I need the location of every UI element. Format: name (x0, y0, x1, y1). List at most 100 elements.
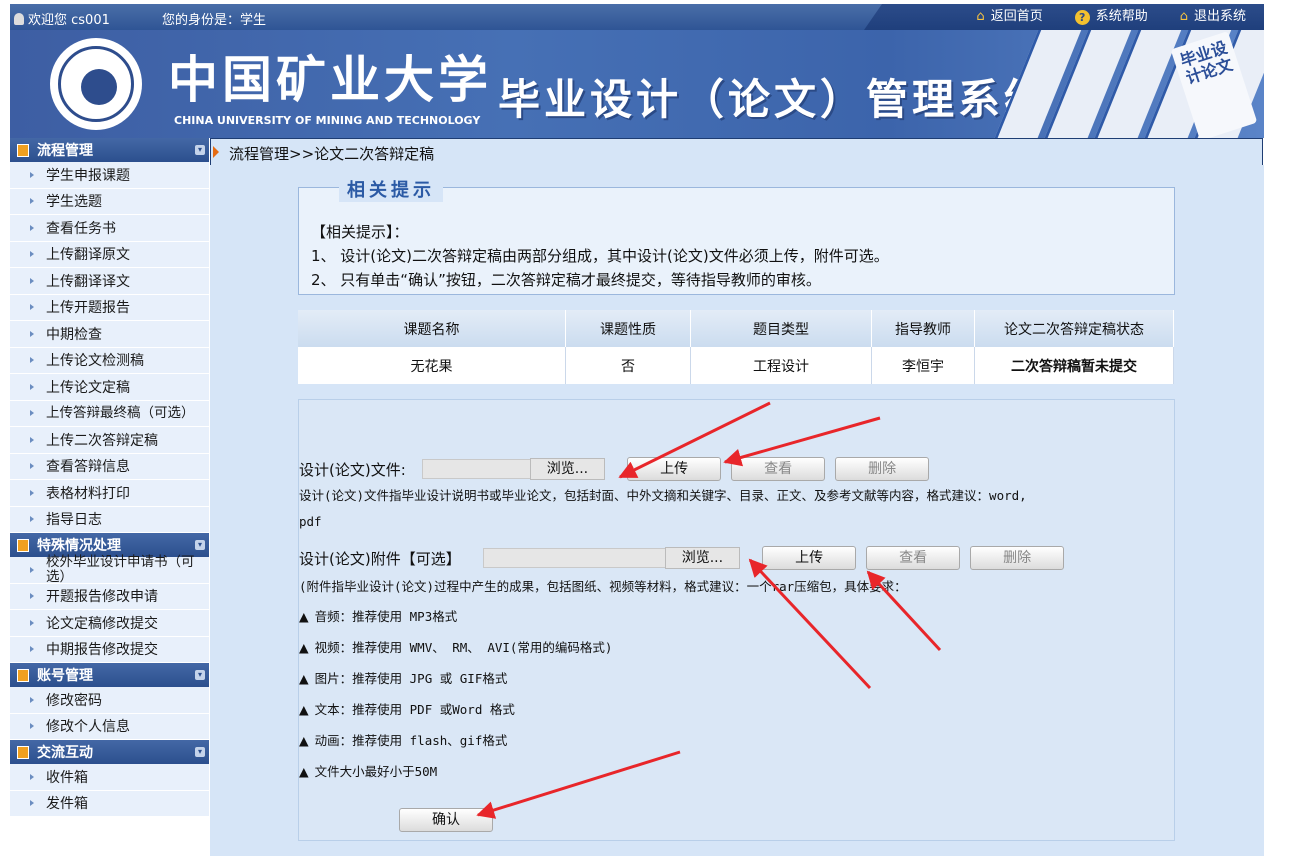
sidebar-section-header[interactable]: 交流互动 ▾ (10, 740, 209, 764)
sidebar-item[interactable]: 上传论文检测稿 (10, 347, 209, 374)
attachment-delete-button[interactable]: 删除 (970, 546, 1065, 570)
topic-name-cell: 无花果 (298, 347, 566, 384)
triangle-bullet-icon: ▲ (299, 640, 309, 655)
top-bar: 欢迎您 cs001 您的身份是：学生 ⌂ 返回首页 ? 系统帮助 ⌂ 退出系统 (10, 4, 1264, 30)
sidebar-item[interactable]: 论文定稿修改提交 (10, 610, 209, 637)
sidebar-item-label: 开题报告修改申请 (46, 589, 158, 606)
sidebar-item-label: 修改密码 (46, 692, 102, 709)
sidebar-item-label: 学生申报课题 (46, 167, 130, 184)
sidebar-item[interactable]: 查看任务书 (10, 215, 209, 242)
collapse-icon[interactable]: ▾ (195, 670, 205, 680)
sidebar-item[interactable]: 上传论文定稿 (10, 374, 209, 401)
help-icon: ? (1074, 9, 1090, 25)
sidebar-item-label: 上传翻译原文 (46, 247, 130, 264)
sidebar-item[interactable]: 上传翻译原文 (10, 241, 209, 268)
attachment-browse-button[interactable]: 浏览... (664, 547, 741, 569)
university-seal-logo (50, 38, 142, 130)
header-banner: 中国矿业大学 CHINA UNIVERSITY OF MINING AND TE… (10, 30, 1264, 138)
sidebar-item[interactable]: 开题报告修改申请 (10, 583, 209, 610)
format-requirements: ▲ 音频：推荐使用 MP3格式 ▲ 视频：推荐使用 WMV、 RM、 AVI(常用的… (299, 601, 612, 787)
home-link[interactable]: ⌂ 返回首页 (962, 4, 1060, 30)
sidebar-item[interactable]: 修改密码 (10, 687, 209, 714)
attachment-view-button[interactable]: 查看 (866, 546, 961, 570)
sidebar-item[interactable]: 上传二次答辩定稿 (10, 427, 209, 454)
triangle-bullet-icon: ▲ (299, 671, 309, 686)
topic-table: 课题名称 课题性质 题目类型 指导教师 论文二次答辩定稿状态 无花果 否 工程设… (298, 310, 1174, 384)
help-label: 系统帮助 (1095, 9, 1148, 24)
breadcrumb: 流程管理>>论文二次答辩定稿 (210, 138, 1263, 166)
confirm-button[interactable]: 确认 (399, 808, 493, 832)
tips-text: 【相关提示】： 1、 设计(论文)二次答辩定稿由两部分组成，其中设计(论文)文件… (311, 220, 889, 292)
sidebar-section-title: 账号管理 (37, 668, 93, 684)
welcome-text: 欢迎您 cs001 (28, 13, 110, 28)
collapse-icon[interactable]: ▾ (195, 145, 205, 155)
collapse-icon[interactable]: ▾ (195, 540, 205, 550)
university-name-en: CHINA UNIVERSITY OF MINING AND TECHNOLOG… (174, 114, 481, 127)
file-description-line-1: 设计(论文)文件指毕业设计说明书或毕业论文，包括封面、中外文摘和关键字、目录、正… (299, 488, 1027, 503)
sidebar-item[interactable]: 学生选题 (10, 188, 209, 215)
sidebar-item[interactable]: 上传答辩最终稿（可选） (10, 400, 209, 427)
sidebar-item-label: 校外毕业设计申请书（可选） (46, 553, 195, 585)
nav-bullet-icon (30, 619, 34, 626)
requirement-item: ▲ 图片：推荐使用 JPG 或 GIF格式 (299, 671, 508, 686)
upload-panel: 设计(论文)文件: 浏览... 上传 查看 删除 设计(论文)文件指毕业设计说明… (298, 399, 1175, 841)
nav-bullet-icon (30, 593, 34, 600)
sidebar-item[interactable]: 上传翻译译文 (10, 268, 209, 295)
help-link[interactable]: ? 系统帮助 (1061, 4, 1166, 30)
identity-text: 您的身份是：学生 (162, 13, 267, 28)
sidebar-item[interactable]: 学生申报课题 (10, 162, 209, 189)
sidebar-item-label: 论文定稿修改提交 (46, 615, 158, 632)
advisor-cell: 李恒宇 (871, 347, 975, 384)
nav-bullet-icon (30, 383, 34, 390)
requirement-item: ▲ 视频：推荐使用 WMV、 RM、 AVI(常用的编码格式) (299, 640, 613, 655)
sidebar-section-title: 交流互动 (37, 745, 93, 761)
sidebar-item[interactable]: 收件箱 (10, 764, 209, 791)
collapse-icon[interactable]: ▾ (195, 747, 205, 757)
tips-panel: 相关提示 【相关提示】： 1、 设计(论文)二次答辩定稿由两部分组成，其中设计(… (298, 176, 1175, 295)
sidebar-item[interactable]: 表格材料打印 (10, 480, 209, 507)
attachment-upload-row: 设计(论文)附件【可选】 浏览... 上传 查看 删除 (299, 546, 1065, 570)
sidebar-item-label: 查看答辩信息 (46, 459, 130, 476)
sidebar-item[interactable]: 查看答辩信息 (10, 453, 209, 480)
sidebar-item[interactable]: 中期报告修改提交 (10, 636, 209, 663)
requirement-item: ▲ 文件大小最好小于50M (299, 764, 438, 779)
file-path-input[interactable] (421, 459, 532, 479)
sidebar-item[interactable]: 校外毕业设计申请书（可选） (10, 553, 209, 585)
sidebar-item[interactable]: 发件箱 (10, 790, 209, 817)
nav-bullet-icon (30, 304, 34, 311)
file-upload-row: 设计(论文)文件: 浏览... 上传 查看 删除 (299, 457, 930, 481)
sidebar-item[interactable]: 上传开题报告 (10, 294, 209, 321)
sidebar-item[interactable]: 中期检查 (10, 321, 209, 348)
triangle-bullet-icon: ▲ (299, 609, 309, 624)
sidebar-item-label: 上传论文定稿 (46, 379, 130, 396)
tips-line-2: 2、 只有单击“确认”按钮，二次答辩定稿才最终提交，等待指导教师的审核。 (311, 271, 821, 289)
sidebar-item-label: 收件箱 (46, 769, 88, 786)
requirement-item: ▲ 文本：推荐使用 PDF 或Word 格式 (299, 702, 515, 717)
tips-heading: 【相关提示】： (311, 223, 409, 241)
sidebar-item[interactable]: 指导日志 (10, 506, 209, 533)
topic-type-cell: 工程设计 (690, 347, 872, 384)
file-delete-button[interactable]: 删除 (835, 457, 930, 481)
file-upload-button[interactable]: 上传 (627, 457, 722, 481)
sidebar-section-header[interactable]: 流程管理 ▾ (10, 138, 209, 162)
status-cell: 二次答辩稿暂未提交 (974, 347, 1174, 384)
file-browse-button[interactable]: 浏览... (529, 458, 606, 480)
logout-link[interactable]: ⌂ 退出系统 (1166, 4, 1264, 30)
sidebar-section-header[interactable]: 账号管理 ▾ (10, 663, 209, 687)
nav-bullet-icon (30, 696, 34, 703)
requirement-item: ▲ 动画：推荐使用 flash、gif格式 (299, 733, 508, 748)
sidebar-item-label: 查看任务书 (46, 220, 116, 237)
home-label: 返回首页 (990, 9, 1043, 24)
triangle-bullet-icon: ▲ (299, 702, 309, 717)
attachment-path-input[interactable] (482, 548, 667, 568)
sidebar-item-label: 上传答辩最终稿（可选） (46, 404, 195, 421)
file-view-button[interactable]: 查看 (731, 457, 826, 481)
table-header-row: 课题名称 课题性质 题目类型 指导教师 论文二次答辩定稿状态 (298, 310, 1174, 347)
sidebar-item-label: 上传论文检测稿 (46, 353, 144, 370)
attachment-upload-button[interactable]: 上传 (762, 546, 857, 570)
breadcrumb-arrow-icon (213, 146, 219, 158)
sidebar-item-label: 指导日志 (46, 512, 102, 529)
sidebar-item[interactable]: 修改个人信息 (10, 713, 209, 740)
table-header: 课题名称 (298, 310, 566, 347)
user-icon (14, 13, 24, 25)
